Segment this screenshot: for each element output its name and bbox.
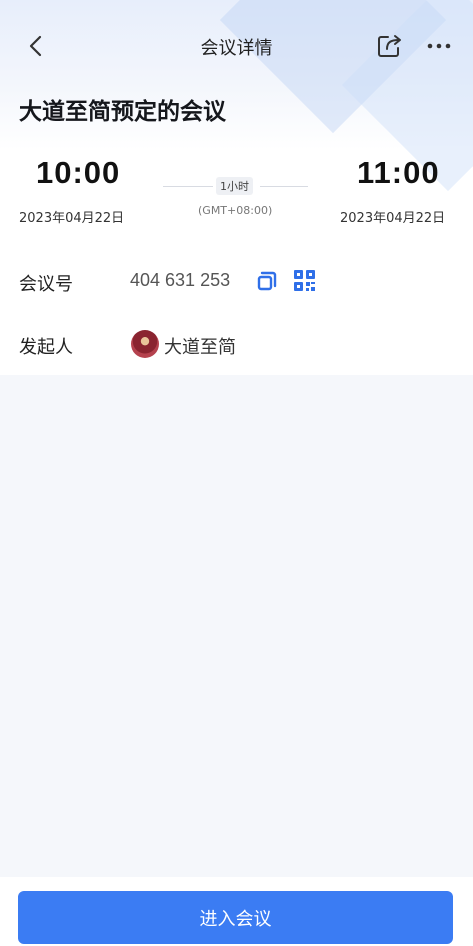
copy-icon[interactable]	[256, 270, 278, 292]
duration-divider	[260, 186, 308, 187]
meeting-title: 大道至简预定的会议	[19, 99, 226, 125]
duration-divider	[163, 186, 213, 187]
end-date: 2023年04月22日	[340, 211, 446, 226]
organizer-label: 发起人	[19, 337, 73, 358]
bottom-action-bar: 进入会议	[0, 877, 473, 946]
meeting-id-label: 会议号	[19, 274, 73, 295]
duration-badge: 1小时	[216, 177, 253, 195]
nav-bar: 会议详情	[0, 22, 473, 70]
meeting-detail-card: 会议详情 大道至简预定的会议 10:00 2023年04月22日 1小时 (GM…	[0, 0, 473, 375]
join-meeting-button[interactable]: 进入会议	[18, 891, 453, 944]
qr-code-icon[interactable]	[293, 269, 316, 292]
more-icon[interactable]	[426, 36, 452, 56]
chevron-left-icon[interactable]	[24, 34, 48, 58]
avatar[interactable]	[131, 330, 159, 358]
end-time: 11:00	[357, 155, 440, 190]
share-icon[interactable]	[376, 32, 404, 60]
organizer-name: 大道至简	[164, 337, 236, 358]
timezone-label: (GMT+08:00)	[198, 204, 273, 217]
start-time: 10:00	[36, 155, 121, 190]
start-date: 2023年04月22日	[19, 211, 125, 226]
meeting-id-value: 404 631 253	[130, 270, 231, 290]
